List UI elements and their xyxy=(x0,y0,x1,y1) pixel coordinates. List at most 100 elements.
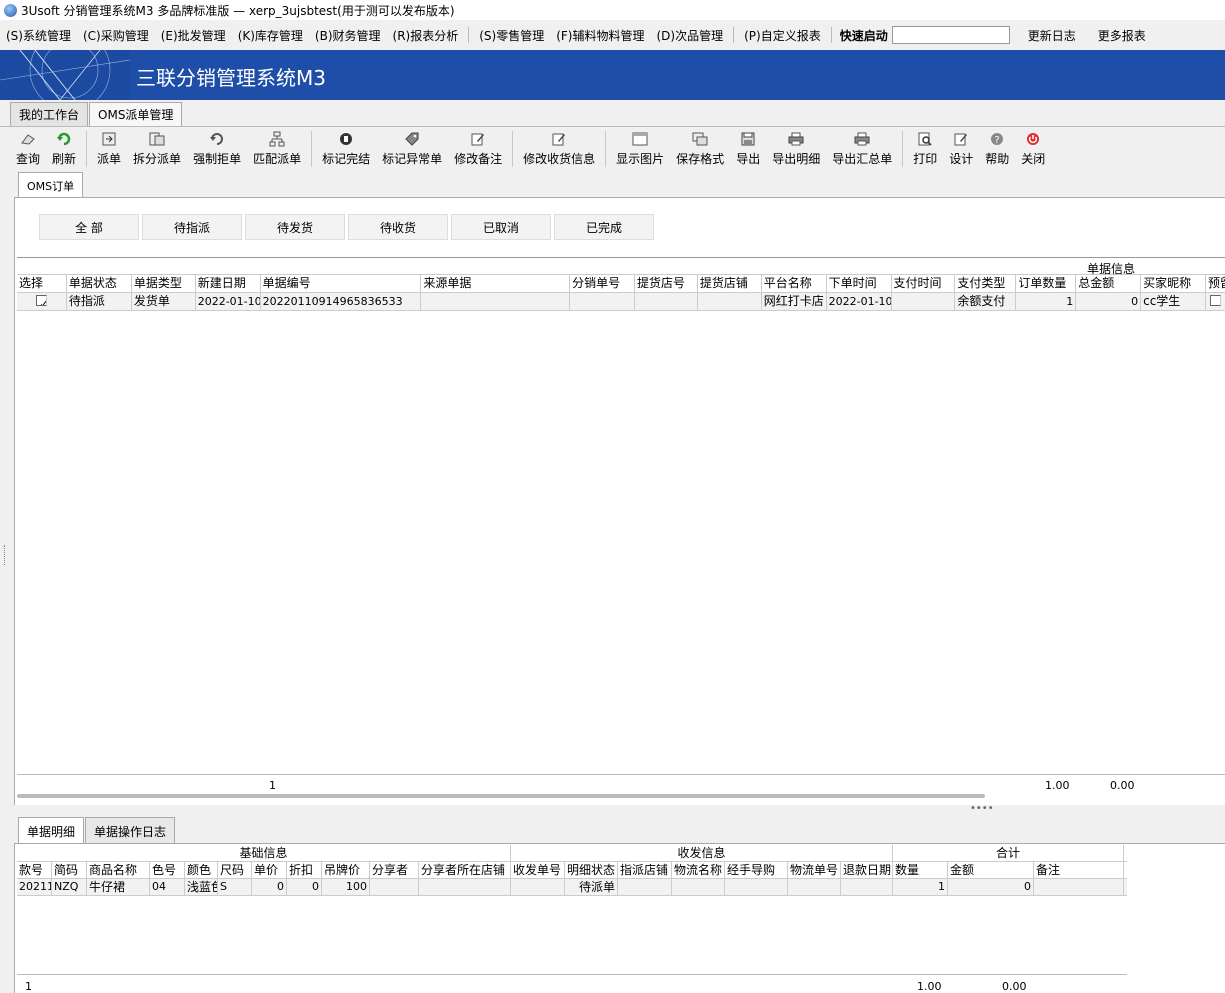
col-header[interactable]: 吊牌价 xyxy=(322,862,370,878)
help-button[interactable]: ? 帮助 xyxy=(985,131,1009,167)
col-header[interactable]: 物流名称 xyxy=(672,862,725,878)
tab-oms-dispatch[interactable]: OMS派单管理 xyxy=(89,102,183,126)
pay-type-cell: 余额支付 xyxy=(955,293,1017,310)
table-row[interactable]: 20211: NZQ 牛仔裙 04 浅蓝色 S 0 0 100 待派单 1 0 xyxy=(17,879,1127,896)
col-header[interactable]: 分享者 xyxy=(370,862,419,878)
filter-pending-ship-button[interactable]: 待发货 xyxy=(245,214,345,240)
row-checkbox[interactable]: ✓ xyxy=(35,295,47,306)
col-header[interactable]: 备注 xyxy=(1034,862,1124,878)
horizontal-scrollbar[interactable] xyxy=(17,794,985,798)
col-header[interactable]: 平台名称 xyxy=(762,275,827,292)
col-header[interactable]: 下单时间 xyxy=(827,275,892,292)
select-cell[interactable]: ✓ xyxy=(17,293,67,310)
col-header[interactable]: 预留 xyxy=(1206,275,1225,292)
app-icon xyxy=(4,3,17,17)
col-header[interactable]: 支付时间 xyxy=(892,275,956,292)
col-header[interactable]: 颜色 xyxy=(185,862,218,878)
col-header[interactable]: 尺码 xyxy=(218,862,252,878)
close-button[interactable]: 关闭 xyxy=(1021,131,1045,167)
col-header[interactable]: 来源单据 xyxy=(421,275,571,292)
col-header[interactable]: 支付类型 xyxy=(955,275,1017,292)
menu-materials[interactable]: (F)辅料物料管理 xyxy=(550,27,650,44)
filter-completed-button[interactable]: 已完成 xyxy=(554,214,654,240)
edit-note-button[interactable]: 修改备注 xyxy=(454,131,502,167)
col-header[interactable]: 简码 xyxy=(52,862,87,878)
tracking-cell xyxy=(788,879,841,895)
col-header[interactable]: 新建日期 xyxy=(196,275,261,292)
table-row[interactable]: ✓ 待指派 发货单 2022-01-10 2022011091496583653… xyxy=(17,293,1225,311)
col-header[interactable]: 分销单号 xyxy=(570,275,635,292)
edit-shipping-button[interactable]: 修改收货信息 xyxy=(523,131,595,167)
tab-doc-detail[interactable]: 单据明细 xyxy=(18,817,85,843)
col-header[interactable]: 单价 xyxy=(252,862,287,878)
mark-abnormal-button[interactable]: 标记异常单 xyxy=(382,131,442,167)
menu-defects[interactable]: (D)次品管理 xyxy=(651,27,730,44)
tab-workbench[interactable]: 我的工作台 xyxy=(10,102,89,126)
menu-reports[interactable]: (R)报表分析 xyxy=(387,27,465,44)
group-basic-info: 基础信息 xyxy=(17,845,511,861)
filter-cancelled-button[interactable]: 已取消 xyxy=(451,214,551,240)
col-header[interactable]: 色号 xyxy=(150,862,185,878)
col-header[interactable]: 单据类型 xyxy=(132,275,196,292)
menu-inventory[interactable]: (K)库存管理 xyxy=(232,27,309,44)
col-header[interactable]: 退款日期 xyxy=(841,862,893,878)
match-dispatch-button[interactable]: 匹配派单 xyxy=(253,131,301,167)
menu-system[interactable]: (S)系统管理 xyxy=(0,27,77,44)
col-header[interactable]: 折扣 xyxy=(287,862,322,878)
col-header[interactable]: 单据编号 xyxy=(261,275,422,292)
col-header[interactable]: 指派店铺 xyxy=(618,862,672,878)
dispatch-button[interactable]: 派单 xyxy=(97,131,121,167)
menu-finance[interactable]: (B)财务管理 xyxy=(309,27,387,44)
reserved-checkbox[interactable] xyxy=(1209,295,1221,306)
col-header[interactable]: 单据状态 xyxy=(67,275,132,292)
quick-launch-input[interactable] xyxy=(891,26,1010,44)
style-no-cell: 20211: xyxy=(17,879,52,895)
filter-all-button[interactable]: 全 部 xyxy=(39,214,139,240)
refresh-button[interactable]: 刷新 xyxy=(52,131,76,167)
print-button[interactable]: 打印 xyxy=(913,131,937,167)
col-header[interactable]: 数量 xyxy=(893,862,948,878)
show-image-button[interactable]: 显示图片 xyxy=(616,131,664,167)
col-header[interactable]: 总金额 xyxy=(1076,275,1142,292)
update-log-link[interactable]: 更新日志 xyxy=(1022,27,1082,44)
filter-pending-receive-button[interactable]: 待收货 xyxy=(348,214,448,240)
menu-retail[interactable]: (S)零售管理 xyxy=(473,27,550,44)
col-header[interactable]: 金额 xyxy=(948,862,1034,878)
tab-oms-orders[interactable]: OMS订单 xyxy=(18,172,84,198)
export-button[interactable]: 导出 xyxy=(736,131,760,167)
col-header[interactable]: 物流单号 xyxy=(788,862,841,878)
window-icon xyxy=(631,131,649,147)
col-header[interactable]: 选择 xyxy=(17,275,67,292)
col-header[interactable]: 经手导购 xyxy=(725,862,788,878)
col-header[interactable]: 商品名称 xyxy=(87,862,150,878)
export-detail-button[interactable]: 导出明细 xyxy=(772,131,820,167)
more-reports-link[interactable]: 更多报表 xyxy=(1092,27,1152,44)
menu-purchase[interactable]: (C)采购管理 xyxy=(77,27,155,44)
col-header[interactable]: 买家昵称 xyxy=(1141,275,1206,292)
col-header[interactable]: 提货店号 xyxy=(635,275,698,292)
design-button[interactable]: 设计 xyxy=(949,131,973,167)
save-format-button[interactable]: 保存格式 xyxy=(676,131,724,167)
query-button[interactable]: 查询 xyxy=(16,131,40,167)
color-cell: 浅蓝色 xyxy=(185,879,218,895)
force-reject-button[interactable]: 强制拒单 xyxy=(193,131,241,167)
export-summary-button[interactable]: 导出汇总单 xyxy=(832,131,892,167)
reserved-cell[interactable] xyxy=(1206,293,1225,310)
mark-done-button[interactable]: 标记完结 xyxy=(322,131,370,167)
menu-custom-reports[interactable]: (P)自定义报表 xyxy=(738,27,827,44)
col-header[interactable]: 分享者所在店铺 xyxy=(419,862,511,878)
tab-operation-log[interactable]: 单据操作日志 xyxy=(85,817,176,843)
filter-pending-assign-button[interactable]: 待指派 xyxy=(142,214,242,240)
panel-splitter[interactable]: •••• xyxy=(14,803,1225,817)
banner: 三联分销管理系统M3 xyxy=(0,50,1225,100)
left-splitter-grip[interactable] xyxy=(4,545,8,565)
col-header[interactable]: 款号 xyxy=(17,862,52,878)
detail-footer-count: 1 xyxy=(25,980,32,993)
note-cell xyxy=(1034,879,1124,895)
menu-wholesale[interactable]: (E)批发管理 xyxy=(155,27,232,44)
col-header[interactable]: 收发单号 xyxy=(511,862,565,878)
col-header[interactable]: 明细状态 xyxy=(565,862,618,878)
col-header[interactable]: 订单数量 xyxy=(1016,275,1077,292)
col-header[interactable]: 提货店铺 xyxy=(698,275,762,292)
split-dispatch-button[interactable]: 拆分派单 xyxy=(133,131,181,167)
